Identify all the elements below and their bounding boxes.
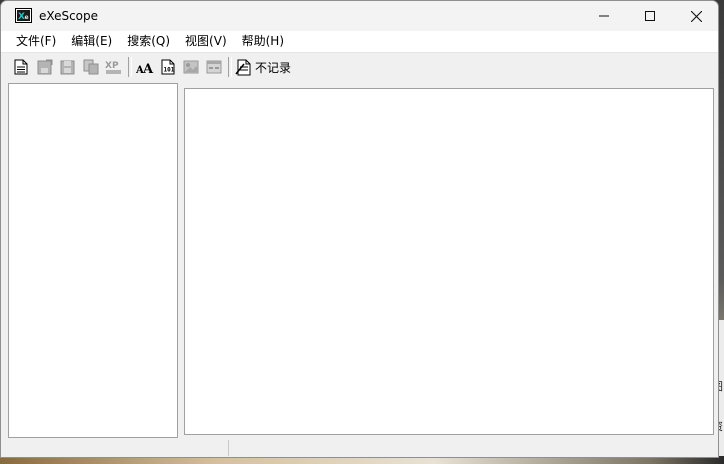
font-aa-icon: A A: [136, 62, 154, 75]
title-bar[interactable]: X e eXeScope: [1, 1, 718, 31]
copy-button[interactable]: [82, 58, 100, 76]
window-title: eXeScope: [39, 9, 99, 23]
open-button[interactable]: [12, 58, 30, 76]
svg-text:101: 101: [164, 67, 175, 74]
svg-text:A: A: [142, 62, 154, 75]
close-icon: [690, 10, 702, 22]
menu-bar: 文件(F) 编辑(E) 搜索(Q) 视图(V) 帮助(H): [1, 31, 718, 53]
menu-file[interactable]: 文件(F): [9, 31, 63, 52]
toolbar-separator: [128, 57, 132, 77]
maximize-icon: [645, 11, 655, 21]
font-button[interactable]: A A: [136, 58, 154, 76]
no-log-label: 不记录: [255, 60, 292, 75]
open-file-icon: [14, 59, 28, 75]
image-view-icon: [183, 60, 199, 74]
minimize-icon: [599, 15, 609, 17]
binary-view-icon: 101: [161, 59, 175, 75]
svg-text:XP: XP: [105, 61, 119, 71]
dialog-view-button[interactable]: [205, 58, 223, 76]
save-button[interactable]: [36, 58, 54, 76]
save-as-icon: [60, 60, 75, 75]
maximize-button[interactable]: [627, 1, 673, 31]
svg-text:e: e: [25, 14, 29, 21]
menu-help[interactable]: 帮助(H): [235, 31, 291, 52]
resource-tree-pane[interactable]: [8, 83, 178, 438]
close-button[interactable]: [673, 1, 718, 31]
save-icon: [37, 59, 53, 75]
copy-icon: [83, 59, 99, 75]
status-divider: [228, 440, 230, 456]
exescope-app-icon: X e: [15, 8, 32, 23]
no-log-button[interactable]: 不记录: [235, 57, 291, 77]
xp-button[interactable]: XP: [105, 58, 123, 76]
toolbar-separator: [228, 57, 232, 77]
toolbar: XP A A 101 不记录: [1, 53, 718, 82]
menu-view[interactable]: 视图(V): [178, 31, 234, 52]
no-log-icon: [235, 59, 251, 76]
menu-edit[interactable]: 编辑(E): [64, 31, 119, 52]
save-as-button[interactable]: [59, 58, 77, 76]
menu-search[interactable]: 搜索(Q): [120, 31, 177, 52]
binary-view-button[interactable]: 101: [159, 58, 177, 76]
xp-icon: XP: [105, 61, 121, 74]
minimize-button[interactable]: [581, 1, 627, 31]
status-bar: [1, 438, 718, 457]
content-view-pane[interactable]: [184, 88, 714, 435]
app-window: X e eXeScope 文件(F) 编辑(E) 搜索(Q) 视图(V) 帮助(…: [0, 0, 719, 458]
dialog-view-icon: [206, 60, 222, 74]
image-view-button[interactable]: [182, 58, 200, 76]
